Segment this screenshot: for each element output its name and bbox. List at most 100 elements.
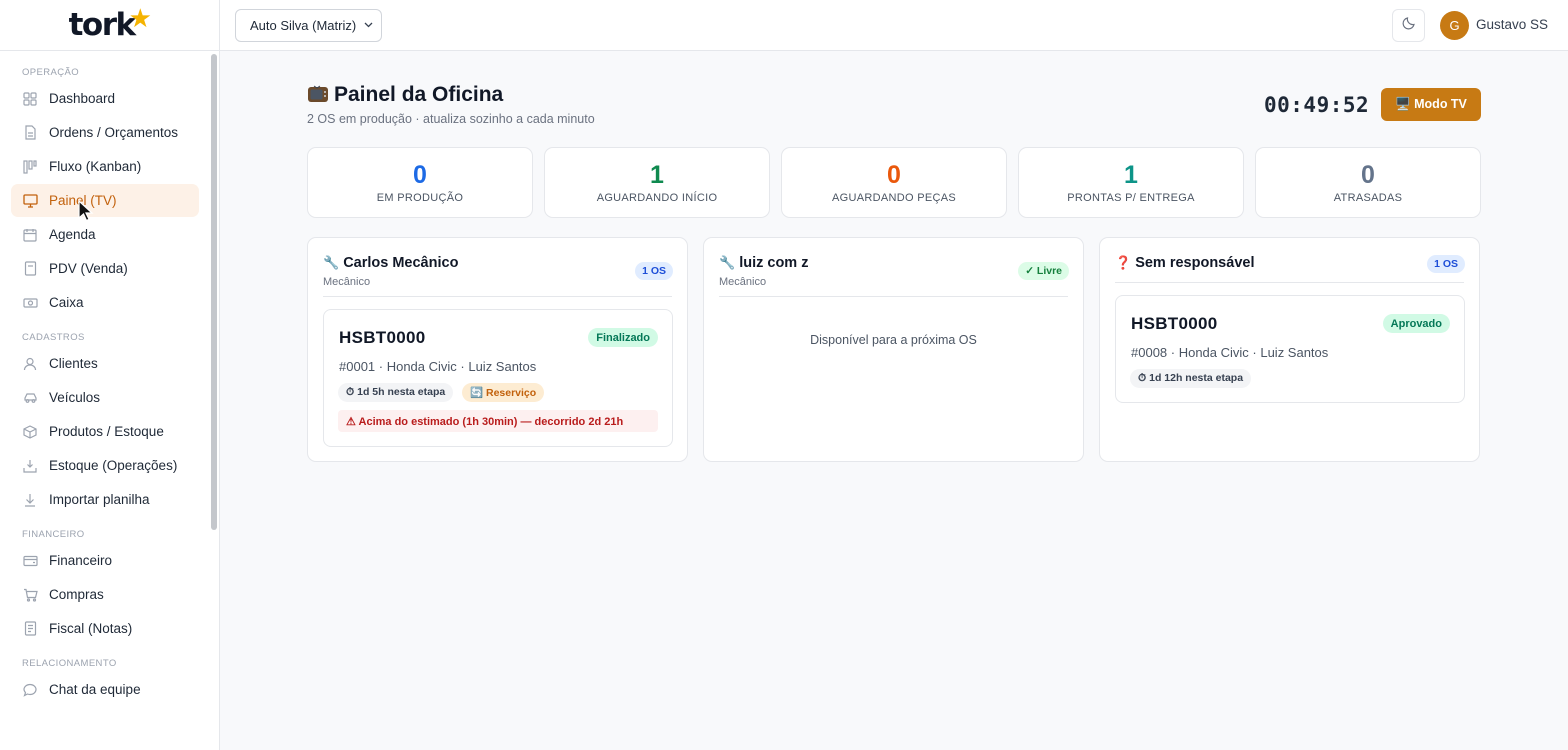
column-header: 🔧 luiz com z [719, 255, 808, 271]
stat-prontas-entrega: 1 PRONTAS P/ ENTREGA [1018, 147, 1244, 218]
vehicle-plate: HSBT0000 [1131, 314, 1218, 333]
os-count-badge: 1 OS [635, 262, 673, 280]
sidebar-item-dashboard[interactable]: Dashboard [11, 82, 199, 115]
sidebar-nav: OPERAÇÃO Dashboard Ordens / Orçamentos F… [0, 51, 210, 707]
sidebar-item-veiculos[interactable]: Veículos [11, 381, 199, 414]
section-title-cadastros: CADASTROS [22, 332, 85, 343]
status-badge: Aprovado [1382, 314, 1450, 333]
sidebar-item-painel-tv[interactable]: Painel (TV) [11, 184, 199, 217]
user-icon [22, 356, 38, 372]
invoice-icon [22, 621, 38, 637]
tv-icon [307, 85, 329, 105]
os-card[interactable]: HSBT0000 Aprovado #0008 · Honda Civic · … [1115, 295, 1465, 403]
sidebar-item-chat[interactable]: Chat da equipe [11, 673, 199, 706]
time-in-stage-chip: ⏱ 1d 12h nesta etapa [1130, 369, 1252, 388]
inbox-download-icon [22, 458, 38, 474]
sidebar-item-ordens[interactable]: Ordens / Orçamentos [11, 116, 199, 149]
wallet-icon [22, 553, 38, 569]
store-select[interactable]: Auto Silva (Matriz) [235, 9, 382, 42]
overdue-warning: ⚠ Acima do estimado (1h 30min) — decorri… [338, 410, 658, 432]
sidebar-item-label: Produtos / Estoque [49, 424, 164, 439]
sidebar-item-estoque-operacoes[interactable]: Estoque (Operações) [11, 449, 199, 482]
stat-label: PRONTAS P/ ENTREGA [1067, 192, 1195, 204]
chevron-down-icon [364, 20, 373, 31]
divider [719, 296, 1068, 297]
sidebar-item-agenda[interactable]: Agenda [11, 218, 199, 251]
column-header: ❓ Sem responsável [1115, 255, 1254, 271]
sidebar-item-importar[interactable]: Importar planilha [11, 483, 199, 516]
stat-label: ATRASADAS [1333, 192, 1403, 204]
mouse-cursor-icon [78, 199, 94, 227]
section-title-financeiro: FINANCEIRO [22, 529, 85, 540]
theme-toggle-button[interactable] [1392, 9, 1425, 42]
divider [1115, 282, 1464, 283]
stat-label: EM PRODUÇÃO [376, 192, 464, 204]
car-icon [22, 390, 38, 406]
sidebar-item-label: Importar planilha [49, 492, 150, 507]
stat-value: 1 [1124, 161, 1138, 189]
sidebar-item-pdv[interactable]: PDV (Venda) [11, 252, 199, 285]
sidebar-item-produtos[interactable]: Produtos / Estoque [11, 415, 199, 448]
cart-icon [22, 587, 38, 603]
tork-logo[interactable]: tork ★ [68, 4, 152, 43]
sidebar-item-label: Estoque (Operações) [49, 458, 178, 473]
document-icon [22, 125, 38, 141]
sidebar-item-label: Compras [49, 587, 104, 602]
stat-label: AGUARDANDO INÍCIO [596, 192, 718, 204]
section-title-operacao: OPERAÇÃO [22, 67, 80, 78]
sidebar-scrollbar[interactable] [211, 54, 217, 530]
tv-mode-button[interactable]: 🖥️ Modo TV [1381, 88, 1481, 121]
reservico-chip: 🔄 Reserviço [462, 383, 545, 402]
kanban-icon [22, 159, 38, 175]
wrench-icon: 🔧 [323, 255, 340, 270]
mechanic-name: Carlos Mecânico [343, 255, 459, 271]
page-subtitle: 2 OS em produção · atualiza sozinho a ca… [307, 112, 595, 126]
receipt-icon [22, 261, 38, 277]
sidebar-item-label: Fiscal (Notas) [49, 621, 133, 636]
column-header: 🔧 Carlos Mecânico [323, 255, 458, 271]
sidebar-item-compras[interactable]: Compras [11, 578, 199, 611]
monitor-icon [22, 193, 38, 209]
column-title: Sem responsável [1135, 255, 1255, 271]
sidebar-item-caixa[interactable]: Caixa [11, 286, 199, 319]
sidebar-item-fiscal[interactable]: Fiscal (Notas) [11, 612, 199, 645]
stat-atrasadas: 0 ATRASADAS [1255, 147, 1481, 218]
sidebar-item-label: Financeiro [49, 553, 113, 568]
sidebar-item-label: Agenda [49, 227, 96, 242]
sidebar-item-label: Chat da equipe [49, 682, 141, 697]
stat-em-producao: 0 EM PRODUÇÃO [307, 147, 533, 218]
stat-aguardando-inicio: 1 AGUARDANDO INÍCIO [544, 147, 770, 218]
page-title-text: Painel da Oficina [334, 83, 504, 106]
stat-value: 0 [413, 161, 427, 189]
free-badge: ✓ Livre [1018, 262, 1069, 280]
sidebar-item-kanban[interactable]: Fluxo (Kanban) [11, 150, 199, 183]
sidebar-item-label: PDV (Venda) [49, 261, 128, 276]
topbar: Auto Silva (Matriz) G Gustavo SS [220, 0, 1568, 51]
sidebar-item-financeiro[interactable]: Financeiro [11, 544, 199, 577]
sidebar-item-label: Veículos [49, 390, 101, 405]
logo-area: tork ★ [0, 0, 219, 51]
os-card[interactable]: HSBT0000 Finalizado #0001 · Honda Civic … [323, 309, 673, 447]
stat-label: AGUARDANDO PEÇAS [832, 192, 956, 204]
os-count-badge: 1 OS [1427, 255, 1465, 273]
mechanic-role: Mecânico [719, 276, 767, 288]
cash-icon [22, 295, 38, 311]
download-icon [22, 492, 38, 508]
wrench-icon: 🔧 [719, 255, 736, 270]
status-badge: Finalizado [588, 328, 658, 347]
user-name[interactable]: Gustavo SS [1476, 17, 1548, 32]
empty-state-text: Disponível para a próxima OS [810, 333, 977, 347]
box-icon [22, 424, 38, 440]
logo-text: tork [68, 7, 137, 43]
avatar[interactable]: G [1440, 11, 1469, 40]
sidebar-item-label: Fluxo (Kanban) [49, 159, 142, 174]
sidebar-item-label: Caixa [49, 295, 84, 310]
chat-icon [22, 682, 38, 698]
calendar-icon [22, 227, 38, 243]
unassigned-column: ❓ Sem responsável 1 OS HSBT0000 Aprovado… [1099, 237, 1480, 462]
mechanic-column-luiz: 🔧 luiz com z Mecânico ✓ Livre Disponível… [703, 237, 1084, 462]
sidebar-item-label: Ordens / Orçamentos [49, 125, 179, 140]
os-info: #0008 · Honda Civic · Luiz Santos [1131, 345, 1329, 360]
sidebar-item-clientes[interactable]: Clientes [11, 347, 199, 380]
stat-value: 0 [887, 161, 901, 189]
